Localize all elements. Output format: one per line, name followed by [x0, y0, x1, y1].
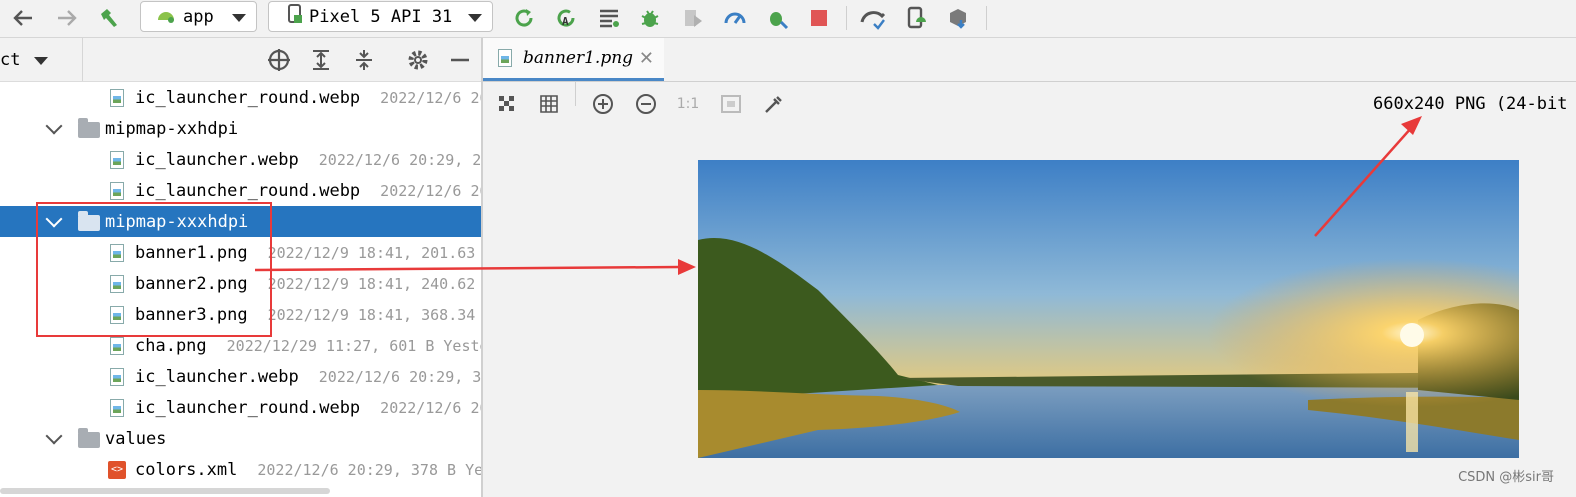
tree-row-file[interactable]: <> colors.xml 2022/12/6 20:29, 378 B Ye [0, 454, 481, 485]
image-info-label: 660x240 PNG (24-bit [1373, 94, 1568, 114]
image-file-icon [110, 150, 124, 169]
chevron-down-icon [232, 14, 246, 22]
logcat-icon[interactable] [596, 5, 622, 31]
apply-changes-icon[interactable]: A [553, 5, 579, 31]
profiler-gauge-icon[interactable] [722, 5, 748, 31]
header-divider [82, 38, 83, 81]
image-file-icon [110, 336, 124, 355]
fit-zoom-icon[interactable] [719, 92, 743, 116]
minimize-icon[interactable] [447, 47, 473, 73]
sdk-manager-icon[interactable] [945, 5, 971, 31]
gradle-sync-icon[interactable] [860, 5, 886, 31]
chevron-down-icon[interactable] [45, 117, 63, 135]
forward-arrow-icon[interactable] [54, 5, 80, 31]
locate-crosshair-icon[interactable] [266, 47, 292, 73]
rerun-icon[interactable] [511, 5, 537, 31]
run-config-label: app [183, 6, 214, 27]
build-hammer-icon[interactable] [96, 5, 122, 31]
tree-row-file[interactable]: ic_launcher.webp 2022/12/6 20:29, 3. [0, 361, 481, 392]
android-icon [155, 5, 177, 28]
tree-row-folder[interactable]: values [0, 423, 481, 454]
editor-tab-bar: banner1.png ✕ [483, 38, 1576, 82]
grid-icon[interactable] [537, 92, 561, 116]
device-dropdown[interactable]: Pixel 5 API 31 [268, 1, 493, 32]
run-config-dropdown[interactable]: app [140, 1, 257, 32]
horizontal-scrollbar[interactable] [0, 488, 330, 494]
image-file-icon [110, 367, 124, 386]
tree-row-file[interactable]: ic_launcher_round.webp 2022/12/6 20:29, [0, 82, 481, 113]
project-panel-header: ct [0, 38, 481, 82]
chevron-down-icon [468, 14, 482, 22]
image-file-icon [110, 88, 124, 107]
folder-icon [78, 428, 100, 448]
close-icon[interactable]: ✕ [639, 48, 654, 69]
watermark-text: CSDN @彬sir哥 [1458, 470, 1554, 485]
collapse-all-icon[interactable] [351, 47, 377, 73]
toolbar-divider [986, 6, 987, 30]
image-file-icon [110, 398, 124, 417]
image-editor: banner1.png ✕ 1:1 660x240 PNG (24-bit CS… [483, 38, 1576, 497]
transparency-chessboard-icon[interactable] [495, 92, 519, 116]
stop-icon[interactable] [806, 5, 832, 31]
tree-row-file[interactable]: ic_launcher_round.webp 2022/12/6 20 [0, 392, 481, 423]
zoom-out-icon[interactable] [634, 92, 658, 116]
toolbar-divider [846, 6, 847, 30]
main-toolbar: app Pixel 5 API 31 A [0, 0, 1576, 38]
chevron-down-icon[interactable] [45, 427, 63, 445]
xml-file-icon: <> [108, 460, 126, 479]
highlight-box [36, 202, 272, 337]
debug-attach-bug-icon[interactable] [764, 5, 790, 31]
folder-icon [78, 118, 100, 138]
tab-label: banner1.png [523, 48, 634, 68]
tree-row-folder[interactable]: mipmap-xxhdpi [0, 113, 481, 144]
project-view-label[interactable]: ct [0, 50, 20, 70]
color-picker-icon[interactable] [762, 92, 786, 116]
debug-bug-icon[interactable] [637, 5, 663, 31]
chevron-down-icon[interactable] [34, 57, 48, 65]
image-file-icon [498, 49, 512, 67]
device-manager-icon[interactable] [903, 5, 929, 31]
actual-size-button[interactable]: 1:1 [676, 92, 700, 116]
device-label: Pixel 5 API 31 [309, 6, 453, 27]
expand-all-icon[interactable] [308, 47, 334, 73]
svg-text:A: A [562, 15, 569, 28]
gear-icon[interactable] [405, 47, 431, 73]
toolbar-divider [575, 82, 576, 106]
phone-icon [287, 3, 303, 30]
image-preview-banner [698, 160, 1519, 458]
image-file-icon [110, 181, 124, 200]
back-arrow-icon[interactable] [10, 5, 36, 31]
tree-row-file[interactable]: ic_launcher.webp 2022/12/6 20:29, 2. [0, 144, 481, 175]
zoom-in-icon[interactable] [591, 92, 615, 116]
tab-banner1[interactable]: banner1.png ✕ [483, 38, 664, 81]
attach-debugger-icon[interactable] [680, 5, 706, 31]
